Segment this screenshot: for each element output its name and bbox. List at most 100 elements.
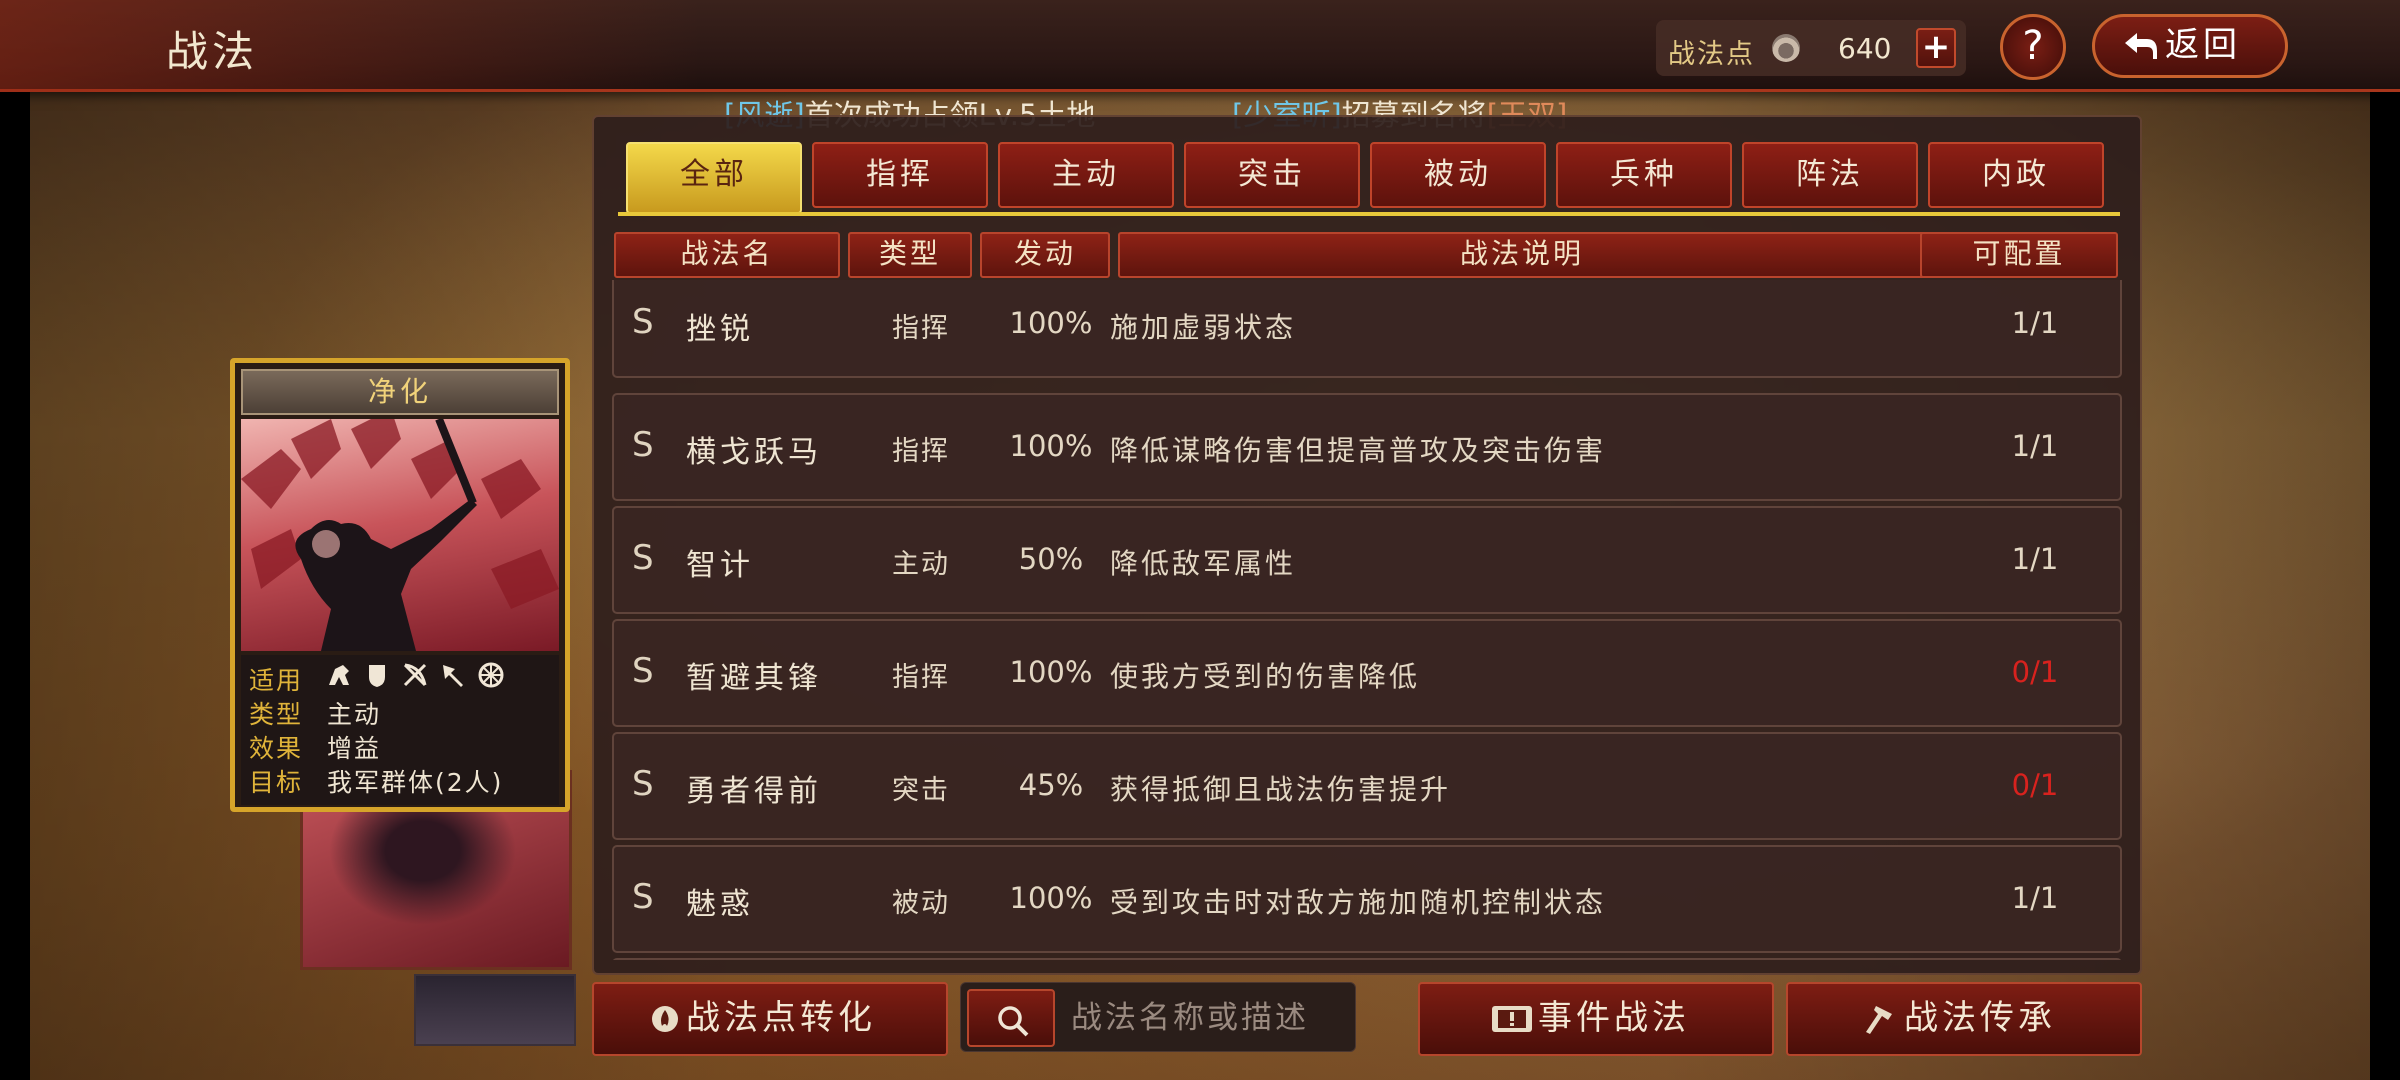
type-label: 类型 xyxy=(249,700,304,729)
table-header: 战法名 类型 发动 战法说明 可配置 xyxy=(614,232,2120,278)
convert-points-label: 战法点转化 xyxy=(686,998,876,1038)
tab-all[interactable]: 全部 xyxy=(626,142,802,214)
tactic-description: 施加虚弱状态 xyxy=(1110,311,1297,344)
tactic-name: 横戈跃马 xyxy=(686,435,822,470)
skill-card-info: 适用 类型 主动 效果 增益 目标 我军群体(2人) xyxy=(241,655,559,805)
search-button[interactable] xyxy=(967,989,1055,1047)
column-header-configurable[interactable]: 可配置 xyxy=(1920,232,2118,278)
tactic-name: 暂避其锋 xyxy=(686,661,822,696)
add-points-button[interactable]: + xyxy=(1916,28,1956,68)
type-value: 主动 xyxy=(327,700,382,729)
tactic-name: 魅惑 xyxy=(686,887,754,922)
shield-icon xyxy=(369,665,385,687)
page-title: 战法 xyxy=(166,27,259,76)
event-tactics-button[interactable]: 事件战法 xyxy=(1418,982,1774,1056)
tactic-rate: 100% xyxy=(1009,655,1093,689)
top-bar: 战法 战法点 640 + ? 返回 xyxy=(0,0,2400,92)
back-button[interactable]: 返回 xyxy=(2092,14,2288,78)
tab-underline xyxy=(618,212,2120,216)
tactic-config: 1/1 xyxy=(2011,429,2059,463)
flame-icon xyxy=(652,1006,678,1032)
tactic-rate: 100% xyxy=(1009,306,1093,340)
tactics-list[interactable]: S 挫锐 指挥 100% 施加虚弱状态 1/1 S 横戈跃马 指挥 100% 降… xyxy=(612,280,2124,960)
tactic-description: 使我方受到的伤害降低 xyxy=(1110,660,1421,693)
search-input[interactable] xyxy=(1071,995,1341,1041)
tactic-grade: S xyxy=(632,538,654,578)
skill-card-title: 净化 xyxy=(241,369,559,415)
table-row[interactable]: S 暂避其锋 指挥 100% 使我方受到的伤害降低 0/1 xyxy=(612,619,2122,727)
tactic-description: 降低谋略伤害但提高普攻及突击伤害 xyxy=(1110,434,1607,467)
column-header-description: 战法说明 xyxy=(1118,232,1926,278)
column-header-type[interactable]: 类型 xyxy=(848,232,972,278)
tactic-name: 勇者得前 xyxy=(686,774,822,809)
warrior-silhouette-icon xyxy=(241,419,559,651)
tab-formation[interactable]: 阵法 xyxy=(1742,142,1918,208)
siege-wheel-icon xyxy=(478,662,504,688)
tactic-type: 主动 xyxy=(892,549,950,580)
tactic-description: 受到攻击时对敌方施加随机控制状态 xyxy=(1110,886,1607,919)
tactic-type: 被动 xyxy=(892,888,950,919)
tactic-grade: S xyxy=(632,764,654,804)
tactic-rate: 100% xyxy=(1009,429,1093,463)
tab-active[interactable]: 主动 xyxy=(998,142,1174,208)
tab-passive[interactable]: 被动 xyxy=(1370,142,1546,208)
tactic-config: 1/1 xyxy=(2011,542,2059,576)
tactic-config: 1/1 xyxy=(2011,306,2059,340)
tactic-grade: S xyxy=(632,425,654,465)
target-value: 我军群体(2人) xyxy=(327,768,504,797)
tab-domestic[interactable]: 内政 xyxy=(1928,142,2104,208)
tactic-name: 智计 xyxy=(686,548,754,583)
column-header-rate[interactable]: 发动 xyxy=(980,232,1110,278)
card-stack-bottom[interactable] xyxy=(414,974,576,1046)
effect-label: 效果 xyxy=(249,734,304,763)
event-scroll-icon xyxy=(1492,1006,1532,1032)
tactic-rate: 50% xyxy=(1018,542,1084,576)
event-tactics-label: 事件战法 xyxy=(1538,998,1690,1038)
tactic-config: 0/1 xyxy=(2011,768,2059,802)
tactic-rate: 100% xyxy=(1009,881,1093,915)
tab-troop[interactable]: 兵种 xyxy=(1556,142,1732,208)
tab-assault[interactable]: 突击 xyxy=(1184,142,1360,208)
archer-icon xyxy=(403,663,427,687)
tactic-type: 突击 xyxy=(892,775,950,806)
hammer-icon xyxy=(1866,1006,1892,1034)
tactic-points-value: 640 xyxy=(1838,32,1892,65)
tactic-description: 获得抵御且战法伤害提升 xyxy=(1110,773,1452,806)
tactic-type: 指挥 xyxy=(892,662,950,693)
search-icon xyxy=(998,1006,1029,1037)
inherit-tactics-label: 战法传承 xyxy=(1904,998,2056,1038)
tactic-grade: S xyxy=(632,651,654,691)
tactic-type: 指挥 xyxy=(892,436,950,467)
table-row[interactable]: S 智计 主动 50% 降低敌军属性 1/1 xyxy=(612,506,2122,614)
spear-icon xyxy=(443,665,463,687)
tactic-points-display: 战法点 640 + xyxy=(1656,20,1966,76)
target-label: 目标 xyxy=(249,768,304,797)
help-button[interactable]: ? xyxy=(2000,14,2066,80)
effect-value: 增益 xyxy=(327,734,382,763)
back-label: 返回 xyxy=(2165,25,2241,65)
category-tabs: 全部 指挥 主动 突击 被动 兵种 阵法 内政 xyxy=(626,142,2116,214)
table-row[interactable]: S 挫锐 指挥 100% 施加虚弱状态 1/1 xyxy=(612,280,2122,378)
tactic-type: 指挥 xyxy=(892,313,950,344)
flame-icon xyxy=(1772,34,1800,62)
table-row[interactable] xyxy=(612,958,2122,960)
table-row[interactable]: S 横戈跃马 指挥 100% 降低谋略伤害但提高普攻及突击伤害 1/1 xyxy=(612,393,2122,501)
tactic-config: 0/1 xyxy=(2011,655,2059,689)
tactic-rate: 45% xyxy=(1018,768,1084,802)
cavalry-icon xyxy=(329,665,349,685)
tab-command[interactable]: 指挥 xyxy=(812,142,988,208)
skill-card[interactable]: 净化 适用 类型 主动 效果 增益 目标 我军群体(2人) xyxy=(230,358,570,812)
table-row[interactable]: S 魅惑 被动 100% 受到攻击时对敌方施加随机控制状态 1/1 xyxy=(612,845,2122,953)
inherit-tactics-button[interactable]: 战法传承 xyxy=(1786,982,2142,1056)
tactic-points-label: 战法点 xyxy=(1668,39,1755,70)
applies-label: 适用 xyxy=(249,666,304,695)
convert-points-button[interactable]: 战法点转化 xyxy=(592,982,948,1056)
search-box xyxy=(960,982,1356,1052)
tactic-description: 降低敌军属性 xyxy=(1110,547,1297,580)
tactic-grade: S xyxy=(632,877,654,917)
table-row[interactable]: S 勇者得前 突击 45% 获得抵御且战法伤害提升 0/1 xyxy=(612,732,2122,840)
tactic-grade: S xyxy=(632,302,654,342)
tactic-name: 挫锐 xyxy=(686,312,754,347)
column-header-name[interactable]: 战法名 xyxy=(614,232,840,278)
tactic-config: 1/1 xyxy=(2011,881,2059,915)
